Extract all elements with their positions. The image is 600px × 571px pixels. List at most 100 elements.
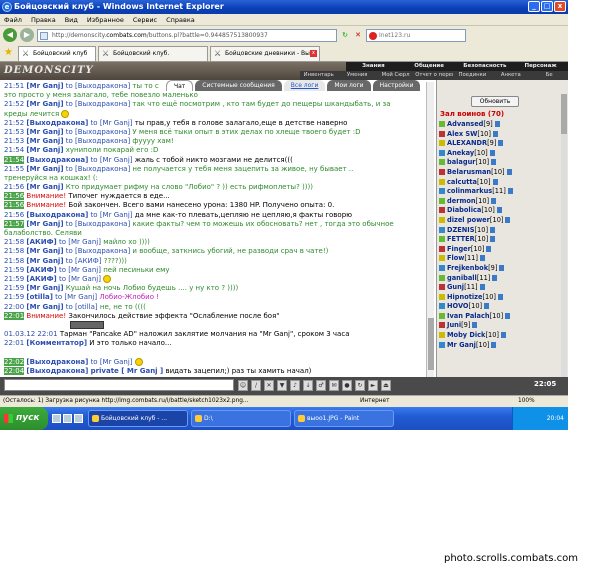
player-name[interactable]: ALEXANDR	[447, 139, 487, 147]
subnav-battles[interactable]: Поединки	[454, 71, 491, 80]
info-icon[interactable]	[479, 284, 485, 291]
player-name[interactable]: Diabolica	[447, 206, 481, 214]
player-item[interactable]: Hipnotize[10]	[439, 293, 567, 303]
tab-my-logs[interactable]: Мои логи	[327, 80, 371, 91]
player-item[interactable]: ALEXANDR[9]	[439, 139, 567, 149]
scroll-thumb[interactable]	[561, 94, 567, 134]
refresh-chat-icon[interactable]: ↻	[355, 380, 365, 391]
player-name[interactable]: dizel power	[447, 216, 490, 224]
player-item[interactable]: Anekay[10]	[439, 149, 567, 159]
info-icon[interactable]	[507, 188, 513, 195]
info-icon[interactable]	[505, 216, 511, 223]
player-item[interactable]: Juni[9]	[439, 321, 567, 331]
player-item[interactable]: Advansed[9]	[439, 120, 567, 130]
tab-chat[interactable]: Чат	[166, 80, 194, 91]
menu-edit[interactable]: Правка	[31, 14, 56, 25]
info-icon[interactable]	[499, 264, 505, 271]
address-input[interactable]: http://demonscity.combats.com/buttons.pl…	[37, 28, 337, 42]
info-icon[interactable]	[500, 332, 506, 339]
info-icon[interactable]	[492, 274, 498, 281]
player-item[interactable]: FETTER[10]	[439, 235, 567, 245]
info-icon[interactable]	[490, 226, 496, 233]
player-name[interactable]: calcutta	[447, 178, 477, 186]
chat-nick[interactable]: [Mr Ganj]	[26, 100, 63, 108]
info-icon[interactable]	[498, 140, 504, 147]
menu-tools[interactable]: Сервис	[133, 14, 157, 25]
info-icon[interactable]	[479, 255, 485, 262]
chat-nick[interactable]: [Выходракона]	[26, 358, 88, 366]
chat-nick[interactable]: [Mr Ganj]	[26, 247, 63, 255]
chat-input[interactable]	[4, 379, 234, 391]
filter-icon[interactable]: ▼	[277, 380, 287, 391]
chat-recipient[interactable]: to [Mr Ganj]	[91, 358, 133, 366]
tab-system-messages[interactable]: Системные сообщения	[195, 80, 282, 91]
subnav-inventory[interactable]: Инвентарь	[300, 71, 337, 80]
player-item[interactable]: DZENIS[10]	[439, 226, 567, 236]
translit-icon[interactable]: /	[251, 380, 261, 391]
player-name[interactable]: Juni	[447, 321, 461, 329]
info-icon[interactable]	[492, 130, 498, 137]
player-name[interactable]: DZENIS	[447, 226, 474, 234]
subnav-profile[interactable]: Анкета	[492, 71, 529, 80]
player-name[interactable]: dermon	[447, 197, 476, 205]
player-item[interactable]: HOVO[10]	[439, 302, 567, 312]
search-input[interactable]: Inet123.ru	[366, 28, 466, 42]
player-item[interactable]: Alex SW[10]	[439, 130, 567, 140]
chat-recipient[interactable]: to [Mr Ganj]	[59, 238, 101, 246]
tab-fight-club[interactable]: ⚔ Бойцовский клуб	[18, 46, 96, 61]
tab-fight-club-2[interactable]: ⚔ Бойцовский клуб.	[98, 46, 208, 61]
mail-icon[interactable]: ✉	[329, 380, 339, 391]
player-name[interactable]: HOVO	[447, 302, 469, 310]
chat-recipient[interactable]: to [Mr Ganj]	[59, 266, 101, 274]
info-icon[interactable]	[506, 168, 512, 175]
subnav-more[interactable]: Бе	[531, 71, 568, 80]
nav-knowledge[interactable]: Знания	[346, 62, 401, 71]
info-icon[interactable]	[496, 207, 502, 214]
player-name[interactable]: Moby Dick	[447, 331, 485, 339]
chat-recipient[interactable]: to [Mr Ganj]	[59, 275, 101, 283]
taskbar-item-browser[interactable]: Бойцовский клуб - ...	[88, 410, 188, 427]
player-item[interactable]: dermon[10]	[439, 197, 567, 207]
info-icon[interactable]	[490, 236, 496, 243]
player-item[interactable]: Mr Ganj[10]	[439, 341, 567, 351]
chat-recipient[interactable]: to [Mr Ganj]	[91, 211, 133, 219]
chat-recipient[interactable]: private [ Mr Ganj ]	[91, 367, 164, 375]
chat-nick[interactable]: [Комментатор]	[26, 339, 87, 347]
chat-recipient[interactable]: to [АКИФ]	[66, 257, 102, 265]
ie-quick-icon[interactable]	[63, 414, 72, 423]
info-icon[interactable]	[492, 178, 498, 185]
info-icon[interactable]	[491, 197, 497, 204]
chat-nick[interactable]: [АКИФ]	[26, 238, 56, 246]
player-name[interactable]: Hipnotize	[447, 293, 482, 301]
player-item[interactable]: Ivan Palach[10]	[439, 312, 567, 322]
player-item[interactable]: colinmarkus[11]	[439, 187, 567, 197]
menu-file[interactable]: Файл	[4, 14, 22, 25]
chat-scrollbar[interactable]	[426, 82, 434, 377]
players-scrollbar[interactable]	[561, 94, 567, 381]
player-name[interactable]: Flow	[447, 254, 464, 262]
player-name[interactable]: balagur	[447, 158, 476, 166]
clear-icon[interactable]: ✕	[264, 380, 274, 391]
minimize-button[interactable]: _	[528, 1, 540, 12]
favorites-star-icon[interactable]: ★	[4, 45, 16, 61]
player-name[interactable]: Anekay	[447, 149, 474, 157]
nav-communication[interactable]: Общение	[402, 62, 457, 71]
player-name[interactable]: colinmarkus	[447, 187, 492, 195]
chat-nick[interactable]: [Mr Ganj]	[26, 303, 63, 311]
back-button[interactable]: ◀	[3, 28, 17, 42]
taskbar-item-folder[interactable]: D:\	[191, 410, 291, 427]
user-icon[interactable]: ♂	[316, 380, 326, 391]
exit-icon[interactable]: ⏏	[381, 380, 391, 391]
taskbar-item-paint[interactable]: выоо1.JPG - Paint	[294, 410, 394, 427]
player-item[interactable]: dizel power[10]	[439, 216, 567, 226]
chat-nick[interactable]: [Mr Ganj]	[26, 165, 63, 173]
forward-button[interactable]: ▶	[20, 28, 34, 42]
info-icon[interactable]	[498, 293, 503, 300]
chat-recipient[interactable]: to [Выходракона]	[66, 82, 130, 90]
maximize-button[interactable]: □	[541, 1, 553, 12]
chat-nick[interactable]: [Mr Ganj]	[26, 183, 63, 191]
smiley-icon[interactable]: ☺	[238, 380, 248, 391]
player-item[interactable]: ganiball[11]	[439, 274, 567, 284]
subnav-my-surl[interactable]: Мой Сюрл	[377, 71, 414, 80]
nav-character[interactable]: Персонаж	[513, 62, 568, 71]
